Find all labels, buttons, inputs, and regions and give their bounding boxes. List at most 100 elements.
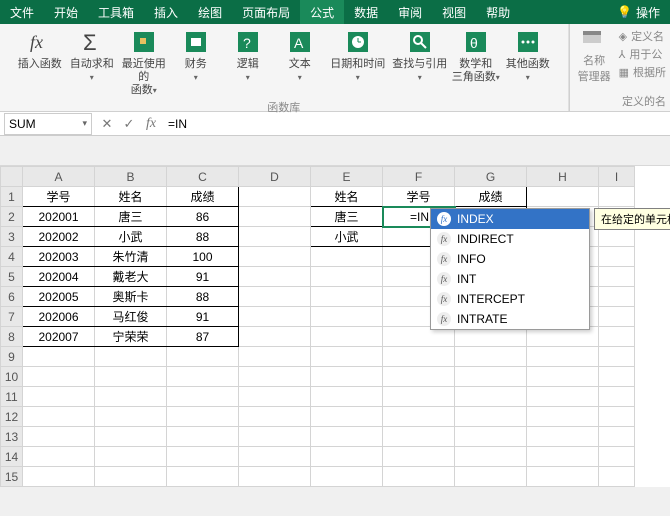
autocomplete-item[interactable]: fxINDEX	[431, 209, 589, 229]
cell[interactable]: 88	[167, 227, 239, 247]
row-header[interactable]: 13	[1, 427, 23, 447]
cell[interactable]	[527, 347, 599, 367]
col-header[interactable]: G	[455, 167, 527, 187]
cell[interactable]	[311, 427, 383, 447]
col-header[interactable]: A	[23, 167, 95, 187]
name-box[interactable]: ▾	[4, 113, 92, 135]
row-header[interactable]: 2	[1, 207, 23, 227]
lookup-button[interactable]: 查找与引用▾	[392, 28, 448, 84]
cell[interactable]	[239, 427, 311, 447]
tab-home[interactable]: 开始	[44, 0, 88, 24]
cell[interactable]: 马红俊	[95, 307, 167, 327]
cell[interactable]: 100	[167, 247, 239, 267]
cell[interactable]: 小武	[311, 227, 383, 247]
tab-insert[interactable]: 插入	[144, 0, 188, 24]
cell[interactable]	[599, 407, 635, 427]
create-from-selection-button[interactable]: ▦根据所	[619, 64, 666, 80]
row-header[interactable]: 15	[1, 467, 23, 487]
cell[interactable]: 202004	[23, 267, 95, 287]
cell[interactable]	[239, 327, 311, 347]
cell[interactable]	[311, 327, 383, 347]
cell[interactable]	[311, 347, 383, 367]
cell[interactable]: 87	[167, 327, 239, 347]
insert-function-button[interactable]: fx 插入函数	[16, 28, 64, 71]
chevron-down-icon[interactable]: ▾	[82, 118, 87, 129]
autocomplete-item[interactable]: fxINTERCEPT	[431, 289, 589, 309]
cell[interactable]	[95, 367, 167, 387]
tab-draw[interactable]: 绘图	[188, 0, 232, 24]
cell[interactable]	[95, 447, 167, 467]
name-manager-button[interactable]: 名称 管理器	[578, 28, 611, 91]
cell[interactable]: 唐三	[311, 207, 383, 227]
cell[interactable]: 88	[167, 287, 239, 307]
cell[interactable]	[23, 347, 95, 367]
autosum-button[interactable]: Σ 自动求和▾	[68, 28, 116, 84]
cell[interactable]	[167, 447, 239, 467]
cell[interactable]	[455, 467, 527, 487]
cell[interactable]	[95, 407, 167, 427]
cell[interactable]	[239, 267, 311, 287]
cell[interactable]	[455, 447, 527, 467]
cell[interactable]	[455, 427, 527, 447]
cell[interactable]: 202005	[23, 287, 95, 307]
autocomplete-item[interactable]: fxINT	[431, 269, 589, 289]
cell[interactable]	[599, 447, 635, 467]
row-header[interactable]: 5	[1, 267, 23, 287]
cell[interactable]: 学号	[23, 187, 95, 207]
col-header[interactable]: E	[311, 167, 383, 187]
tab-review[interactable]: 审阅	[388, 0, 432, 24]
math-button[interactable]: θ 数学和三角函数▾	[452, 28, 500, 84]
row-header[interactable]: 9	[1, 347, 23, 367]
row-header[interactable]: 7	[1, 307, 23, 327]
cell[interactable]	[383, 407, 455, 427]
select-all-corner[interactable]	[1, 167, 23, 187]
row-header[interactable]: 8	[1, 327, 23, 347]
cell[interactable]	[455, 367, 527, 387]
cell[interactable]	[527, 407, 599, 427]
cell[interactable]: 奥斯卡	[95, 287, 167, 307]
cell[interactable]	[23, 367, 95, 387]
cell[interactable]	[599, 187, 635, 207]
cell[interactable]	[599, 327, 635, 347]
cell[interactable]	[311, 247, 383, 267]
tab-file[interactable]: 文件	[0, 0, 44, 24]
cell[interactable]: 姓名	[95, 187, 167, 207]
cell[interactable]	[311, 407, 383, 427]
row-header[interactable]: 12	[1, 407, 23, 427]
cell[interactable]	[599, 387, 635, 407]
cell[interactable]	[527, 427, 599, 447]
col-header[interactable]: I	[599, 167, 635, 187]
cell[interactable]	[239, 387, 311, 407]
cell[interactable]	[95, 467, 167, 487]
cell[interactable]	[239, 467, 311, 487]
financial-button[interactable]: 财务▾	[172, 28, 220, 84]
cell[interactable]	[383, 427, 455, 447]
cell[interactable]	[239, 207, 311, 227]
cell[interactable]	[383, 447, 455, 467]
cell[interactable]	[527, 467, 599, 487]
recent-functions-button[interactable]: 最近使用的函数▾	[120, 28, 168, 97]
cell[interactable]: 202002	[23, 227, 95, 247]
cell[interactable]	[239, 407, 311, 427]
formula-input[interactable]: =IN	[162, 117, 670, 131]
text-button[interactable]: A 文本▾	[276, 28, 324, 84]
col-header[interactable]: F	[383, 167, 455, 187]
cell[interactable]	[239, 307, 311, 327]
cell[interactable]	[527, 187, 599, 207]
tab-help[interactable]: 帮助	[476, 0, 520, 24]
cell[interactable]	[167, 427, 239, 447]
row-header[interactable]: 6	[1, 287, 23, 307]
cell[interactable]	[95, 387, 167, 407]
cell[interactable]	[23, 387, 95, 407]
cell[interactable]: 学号	[383, 187, 455, 207]
cell[interactable]	[599, 367, 635, 387]
cell[interactable]	[599, 247, 635, 267]
cell[interactable]	[167, 347, 239, 367]
cell[interactable]	[95, 427, 167, 447]
tab-data[interactable]: 数据	[344, 0, 388, 24]
tab-formulas[interactable]: 公式	[300, 0, 344, 24]
cell[interactable]	[455, 347, 527, 367]
cell[interactable]: 姓名	[311, 187, 383, 207]
cell[interactable]	[239, 187, 311, 207]
cancel-button[interactable]: ✕	[96, 116, 118, 132]
